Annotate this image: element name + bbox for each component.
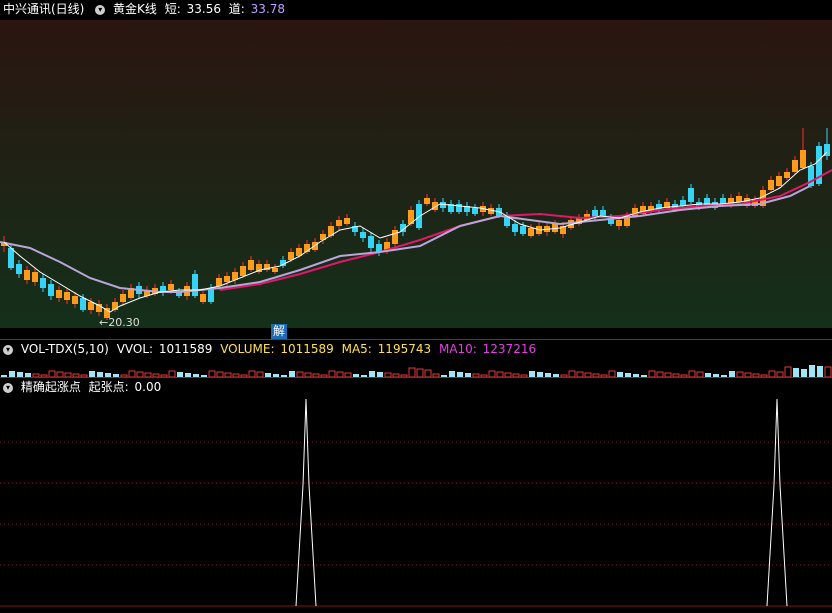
candle-body bbox=[800, 150, 806, 168]
candle-body bbox=[8, 248, 14, 268]
candle-body bbox=[360, 232, 366, 238]
vvol-value: 1011589 bbox=[158, 342, 213, 356]
candle-body bbox=[80, 298, 86, 310]
candle-body bbox=[64, 292, 70, 300]
signal-chart[interactable] bbox=[0, 395, 832, 613]
short-value: 33.56 bbox=[186, 2, 221, 16]
candle-body bbox=[792, 160, 798, 172]
volume-bar bbox=[784, 366, 792, 377]
candle-body bbox=[88, 302, 94, 310]
vol-indicator-name[interactable]: VOL-TDX(5,10) bbox=[21, 342, 109, 356]
candle-body bbox=[416, 204, 422, 228]
volume-chart[interactable] bbox=[0, 355, 832, 377]
vvol-label: VVOL: bbox=[116, 342, 154, 356]
candle-body bbox=[192, 274, 198, 296]
price-chart-background bbox=[0, 20, 832, 328]
candle-body bbox=[120, 294, 126, 302]
stock-name: 中兴通讯(日线) bbox=[3, 2, 85, 16]
candle-body bbox=[424, 198, 430, 204]
candle-body bbox=[40, 278, 46, 288]
signal-spike bbox=[766, 398, 788, 607]
candle-body bbox=[344, 218, 350, 224]
candle-body bbox=[24, 270, 30, 280]
main-panel-header: 中兴通讯(日线) ▾ 黄金K线 短: 33.56 道: 33.78 bbox=[0, 0, 289, 18]
candle-body bbox=[472, 208, 478, 214]
price-chart[interactable] bbox=[0, 20, 832, 328]
chevron-down-icon[interactable]: ▾ bbox=[95, 4, 106, 15]
signal-spike bbox=[295, 398, 317, 607]
ind-indicator-name[interactable]: 精确起涨点 bbox=[21, 380, 81, 394]
candle-body bbox=[616, 220, 622, 226]
indicator-name[interactable]: 黄金K线 bbox=[113, 2, 157, 16]
candle-body bbox=[48, 284, 54, 296]
candle-body bbox=[368, 236, 374, 248]
candle-body bbox=[392, 230, 398, 244]
candle-body bbox=[72, 296, 78, 304]
candle-body bbox=[216, 278, 222, 286]
ma10-value: 1237216 bbox=[482, 342, 537, 356]
candle-body bbox=[288, 252, 294, 260]
jie-button[interactable]: 解 bbox=[271, 324, 287, 339]
ma10-label: MA10: bbox=[438, 342, 477, 356]
candle-body bbox=[512, 224, 518, 232]
candle-body bbox=[16, 264, 22, 274]
volume-bar bbox=[824, 366, 832, 377]
chevron-down-icon[interactable]: ▾ bbox=[3, 344, 13, 355]
candle-body bbox=[32, 272, 38, 282]
candle-body bbox=[520, 226, 526, 234]
ma5-label: MA5: bbox=[341, 342, 372, 356]
candle-body bbox=[600, 210, 606, 216]
volume-bar bbox=[809, 365, 815, 377]
ma5-value: 1195743 bbox=[377, 342, 432, 356]
candle-body bbox=[248, 260, 254, 270]
ind-value: 0.00 bbox=[134, 380, 162, 394]
volume-bar bbox=[793, 368, 799, 377]
volume-bar bbox=[801, 369, 807, 377]
chevron-down-icon[interactable]: ▾ bbox=[3, 382, 13, 393]
candle-body bbox=[688, 188, 694, 202]
volume-label: VOLUME: bbox=[220, 342, 275, 356]
candle-body bbox=[776, 176, 782, 186]
candle-body bbox=[528, 228, 534, 236]
candle-body bbox=[336, 220, 342, 226]
volume-bar bbox=[408, 367, 416, 377]
volume-value: 1011589 bbox=[280, 342, 334, 356]
volume-bars bbox=[1, 365, 832, 377]
ind-label: 起张点: bbox=[88, 380, 129, 394]
volume-bar bbox=[424, 369, 432, 377]
candle-body bbox=[168, 284, 174, 290]
candle-body bbox=[56, 290, 62, 298]
candle-body bbox=[736, 196, 742, 202]
candle-body bbox=[224, 276, 230, 282]
volume-bar bbox=[817, 366, 823, 377]
candle-body bbox=[784, 172, 790, 178]
dao-value: 33.78 bbox=[250, 2, 286, 16]
min-price-label: ←20.30 bbox=[99, 316, 140, 329]
candle-body bbox=[240, 266, 246, 276]
candle-body bbox=[272, 268, 278, 272]
dao-label: 道: bbox=[228, 2, 245, 16]
ind-panel-header: ▾ 精确起涨点 起张点: 0.00 bbox=[0, 378, 165, 396]
candle-body bbox=[768, 180, 774, 190]
candle-body bbox=[200, 294, 206, 302]
volume-bar bbox=[416, 368, 424, 377]
short-label: 短: bbox=[164, 2, 181, 16]
